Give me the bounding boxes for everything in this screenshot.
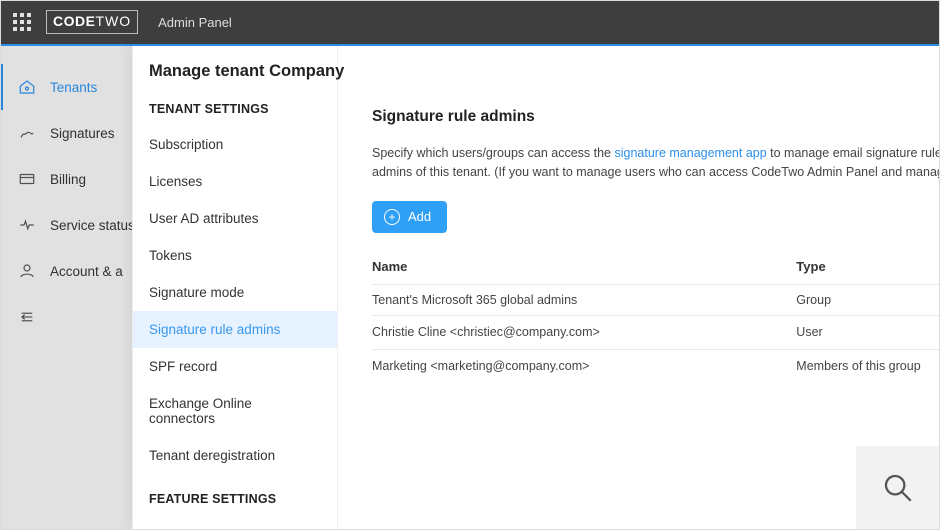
- service-status-icon: [18, 216, 36, 234]
- table-row: Marketing <marketing@company.com>Members…: [372, 349, 940, 383]
- page-title: Manage tenant Company: [133, 46, 344, 95]
- tenant-setting-item[interactable]: User AD attributes: [133, 200, 337, 237]
- search-icon: [881, 471, 915, 505]
- row-name: Christie Cline <christiec@company.com>: [372, 315, 796, 349]
- col-name-header: Name: [372, 253, 796, 285]
- plus-icon: +: [384, 209, 400, 225]
- account-icon: [18, 262, 36, 280]
- nav-item-collapse[interactable]: [0, 294, 132, 340]
- tenant-setting-item[interactable]: Exchange Online connectors: [133, 385, 337, 437]
- tenant-setting-item[interactable]: Tenant deregistration: [133, 437, 337, 474]
- admins-table: Name Type Tenant's Microsoft 365 global …: [372, 253, 940, 383]
- signatures-icon: [18, 124, 36, 142]
- row-name: Marketing <marketing@company.com>: [372, 349, 796, 383]
- col-type-header: Type: [796, 253, 940, 285]
- table-row: Tenant's Microsoft 365 global adminsGrou…: [372, 284, 940, 315]
- feature-settings-heading: FEATURE SETTINGS: [133, 474, 337, 516]
- tenant-setting-item[interactable]: Subscription: [133, 126, 337, 163]
- tenants-icon: [18, 78, 36, 96]
- collapse-icon: [18, 308, 36, 326]
- nav-item-account[interactable]: Account & a: [0, 248, 132, 294]
- main-panel: Manage tenant Company TENANT SETTINGS Su…: [132, 46, 940, 530]
- row-type: Group: [796, 284, 940, 315]
- search-button[interactable]: [856, 446, 940, 530]
- row-type: User: [796, 315, 940, 349]
- content-area: Signature rule admins Specify which user…: [338, 46, 940, 530]
- apps-launcher-icon[interactable]: [10, 10, 34, 34]
- tenant-setting-item[interactable]: Tokens: [133, 237, 337, 274]
- signature-app-link[interactable]: signature management app: [614, 146, 766, 160]
- table-row: Christie Cline <christiec@company.com>Us…: [372, 315, 940, 349]
- nav-item-tenants[interactable]: Tenants: [0, 64, 132, 110]
- tenant-setting-item[interactable]: Signature mode: [133, 274, 337, 311]
- tenant-settings-heading: TENANT SETTINGS: [133, 98, 337, 126]
- content-heading: Signature rule admins: [372, 108, 940, 126]
- billing-icon: [18, 170, 36, 188]
- nav-item-billing[interactable]: Billing: [0, 156, 132, 202]
- content-description: Specify which users/groups can access th…: [372, 144, 940, 183]
- app-title: Admin Panel: [158, 15, 232, 30]
- row-type: Members of this group: [796, 349, 940, 383]
- tenant-setting-item[interactable]: SPF record: [133, 348, 337, 385]
- tenant-setting-item[interactable]: Licenses: [133, 163, 337, 200]
- left-nav: Tenants Signatures Billing Service statu…: [0, 46, 132, 530]
- row-name: Tenant's Microsoft 365 global admins: [372, 284, 796, 315]
- tenant-settings-nav: TENANT SETTINGS SubscriptionLicensesUser…: [133, 46, 338, 530]
- nav-item-service-status[interactable]: Service status: [0, 202, 132, 248]
- logo: CODETWO: [46, 10, 138, 34]
- tenant-setting-item[interactable]: Signature rule admins: [133, 311, 337, 348]
- add-button[interactable]: + Add: [372, 201, 447, 233]
- nav-item-signatures[interactable]: Signatures: [0, 110, 132, 156]
- top-bar: CODETWO Admin Panel: [0, 0, 940, 44]
